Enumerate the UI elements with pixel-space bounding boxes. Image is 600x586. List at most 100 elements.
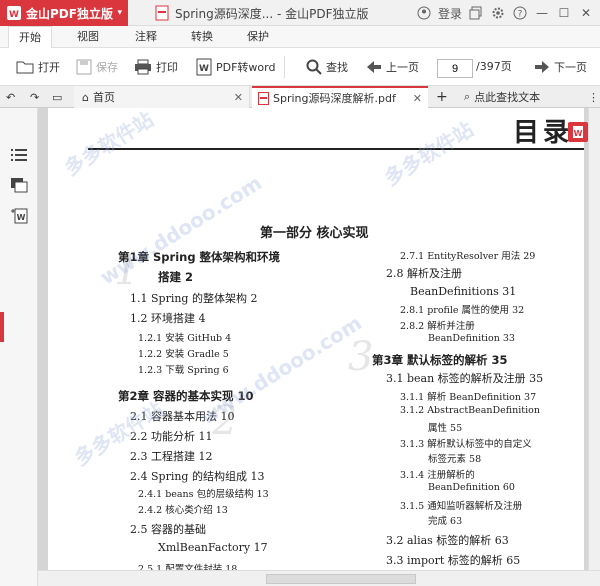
settings-icon[interactable] xyxy=(490,5,506,21)
menu-annotate[interactable]: 注释 xyxy=(124,26,168,48)
help-icon[interactable]: ? xyxy=(512,5,528,21)
save-button[interactable]: 保存 xyxy=(76,48,118,86)
toolbar-divider xyxy=(284,56,285,78)
user-icon[interactable] xyxy=(416,5,432,21)
find-button[interactable]: 查找 xyxy=(306,48,348,86)
open-label: 打开 xyxy=(38,61,60,74)
copy-icon[interactable] xyxy=(468,5,484,21)
save-label: 保存 xyxy=(96,61,118,74)
toc-entry: 2.8 解析及注册 xyxy=(386,267,462,280)
pdf-page: 目录 W 第一部分 核心实现 1 2 3 第1章 Spring 整体架构和环境搭… xyxy=(48,108,588,570)
redo-icon[interactable]: ↷ xyxy=(30,86,46,108)
decorative-number: 3 xyxy=(348,334,374,380)
pdf-file-icon xyxy=(155,5,169,21)
home-icon: ⌂ xyxy=(82,90,89,104)
toc-entry: 标签元素 58 xyxy=(428,454,482,465)
toc-entry: 3.3 import 标签的解析 65 xyxy=(386,554,521,567)
toc-entry: 第3章 默认标签的解析 35 xyxy=(372,353,508,367)
toc-entry: 搭建 2 xyxy=(158,270,194,284)
toc-entry: 1.2.1 安装 GitHub 4 xyxy=(138,333,232,344)
toc-title: 目录 xyxy=(513,118,574,148)
page-number-input[interactable] xyxy=(437,59,473,78)
window-title: Spring源码深度... - 金山PDF独立版 xyxy=(155,0,369,26)
prev-page-label: 上一页 xyxy=(386,61,419,74)
printer-icon xyxy=(135,59,151,75)
toc-entry: 2.7.1 EntityResolver 用法 29 xyxy=(400,251,536,262)
sidebar-collapse-handle[interactable] xyxy=(0,312,4,342)
undo-icon[interactable]: ↶ xyxy=(6,86,22,108)
minimize-icon[interactable]: — xyxy=(534,5,550,21)
pdf-to-word-button[interactable]: W PDF转word xyxy=(196,48,275,86)
toc-entry: 3.2 alias 标签的解析 63 xyxy=(386,534,509,547)
tab-home[interactable]: ⌂ 首页 ✕ xyxy=(74,86,250,108)
save-small-icon[interactable]: ▭ xyxy=(52,86,68,108)
folder-icon xyxy=(16,61,34,74)
page-total: /397页 xyxy=(476,60,512,73)
new-tab-icon[interactable]: + xyxy=(436,86,450,108)
tab-home-close-icon[interactable]: ✕ xyxy=(234,91,243,104)
tab-home-label: 首页 xyxy=(92,91,115,104)
save-icon xyxy=(76,59,92,75)
tab-document-close-icon[interactable]: ✕ xyxy=(413,92,422,105)
toc-entry: 3.1.3 解析默认标签中的自定义 xyxy=(400,439,532,450)
toc-entry: 2.3 工程搭建 12 xyxy=(130,450,213,463)
login-link[interactable]: 登录 xyxy=(438,5,462,22)
document-viewer[interactable]: 目录 W 第一部分 核心实现 1 2 3 第1章 Spring 整体架构和环境搭… xyxy=(38,108,588,570)
tab-document-label: Spring源码深度解析.pdf xyxy=(273,92,396,105)
pdf-to-word-float-icon[interactable]: W xyxy=(568,122,588,142)
menu-protect[interactable]: 保护 xyxy=(236,26,280,48)
outline-list-icon[interactable] xyxy=(10,146,28,164)
next-page-button[interactable]: 下一页 xyxy=(534,48,587,86)
prev-page-button[interactable]: 上一页 xyxy=(366,48,419,86)
maximize-icon[interactable]: ☐ xyxy=(556,5,572,21)
toc-entry: 3.1.2 AbstractBeanDefinition xyxy=(400,405,540,416)
toc-entry: 2.5.1 配置文件封装 18 xyxy=(138,564,238,570)
print-button[interactable]: 打印 xyxy=(134,48,178,86)
svg-text:W: W xyxy=(9,10,19,20)
text-search-box[interactable]: ⌕ 点此查找文本 xyxy=(464,86,586,108)
toc-entry: 1.2 环境搭建 4 xyxy=(130,312,206,325)
toc-entry: 2.8.1 profile 属性的使用 32 xyxy=(400,305,525,316)
svg-text:W: W xyxy=(574,129,583,138)
toc-entry: 1.1 Spring 的整体架构 2 xyxy=(130,292,258,305)
open-button[interactable]: 打开 xyxy=(16,48,60,86)
toc-entry: 2.4.2 核心类介绍 13 xyxy=(138,505,228,516)
menu-bar: 开始 视图 注释 转换 保护 xyxy=(0,26,600,49)
toc-entry: 2.4 Spring 的结构组成 13 xyxy=(130,470,265,483)
watermark: 多多软件站 xyxy=(380,117,478,191)
header-rule xyxy=(88,148,584,150)
vertical-scrollbar[interactable] xyxy=(588,108,600,570)
pdf-to-word-sidebar-icon[interactable]: W xyxy=(10,206,28,224)
tab-document[interactable]: Spring源码深度解析.pdf ✕ xyxy=(252,86,428,108)
app-logo-icon: W xyxy=(7,6,21,20)
app-menu-button[interactable]: W 金山PDF独立版 ▾ xyxy=(0,0,128,26)
part-heading: 第一部分 核心实现 xyxy=(260,226,369,241)
horizontal-scrollbar[interactable] xyxy=(38,570,600,586)
more-icon[interactable]: ⋮ xyxy=(588,86,599,108)
thumbnails-icon[interactable] xyxy=(10,176,28,194)
document-tab-bar: ↶ ↷ ▭ ⌂ 首页 ✕ Spring源码深度解析.pdf ✕ + ⌕ 点此查找… xyxy=(0,86,600,108)
svg-text:W: W xyxy=(17,213,26,222)
left-sidebar: W xyxy=(0,108,38,586)
toc-entry: 2.4.1 beans 包的层级结构 13 xyxy=(138,489,269,500)
toc-entry: 2.8.2 解析并注册 xyxy=(400,321,475,332)
menu-convert[interactable]: 转换 xyxy=(180,26,224,48)
watermark: 多多软件站 xyxy=(60,108,158,181)
titlebar-controls: 登录 ? — ☐ ✕ xyxy=(416,0,600,26)
next-page-label: 下一页 xyxy=(554,61,587,74)
search-icon xyxy=(306,59,322,75)
toc-entry: 1.2.2 安装 Gradle 5 xyxy=(138,349,229,360)
svg-text:W: W xyxy=(199,64,209,74)
toc-entry: 3.1 bean 标签的解析及注册 35 xyxy=(386,372,544,385)
app-name: 金山PDF独立版 xyxy=(26,6,113,21)
toc-entry: 完成 63 xyxy=(428,516,463,527)
close-icon[interactable]: ✕ xyxy=(578,5,594,21)
window-title-text: Spring源码深度... - 金山PDF独立版 xyxy=(175,6,369,21)
scrollbar-thumb[interactable] xyxy=(266,574,416,584)
menu-view[interactable]: 视图 xyxy=(66,26,110,48)
text-search-label: 点此查找文本 xyxy=(474,91,541,104)
title-bar: W 金山PDF独立版 ▾ Spring源码深度... - 金山PDF独立版 登录… xyxy=(0,0,600,26)
menu-start[interactable]: 开始 xyxy=(8,26,52,49)
chevron-down-icon: ▾ xyxy=(117,8,122,18)
toc-entry: 2.5 容器的基础 xyxy=(130,523,206,536)
